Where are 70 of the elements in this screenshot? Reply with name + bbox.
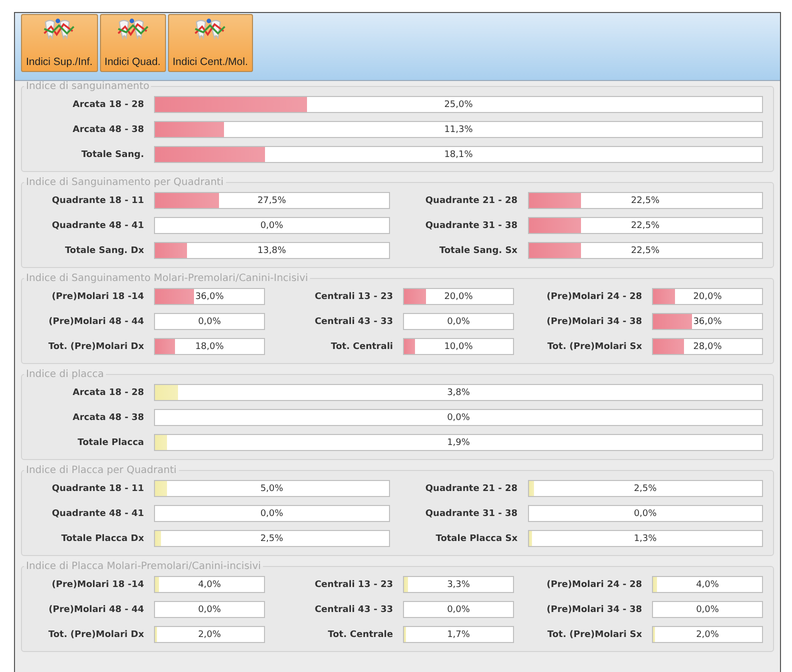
row-label: Arcata 18 - 28: [72, 388, 144, 398]
percent-reading: 18,1%: [444, 150, 473, 160]
percent-reading: 2,5%: [634, 484, 657, 494]
row-label: (Pre)Molari 48 - 44: [48, 316, 144, 326]
row-label: Tot. (Pre)Molari Dx: [47, 342, 144, 352]
percent-reading: 20,0%: [444, 292, 473, 302]
row-label: Quadrante 48 - 41: [50, 220, 144, 230]
row-label: Tot. (Pre)Molari Sx: [546, 342, 642, 352]
percent-reading: 28,0%: [693, 342, 722, 352]
row-label: Totale Sang. Dx: [64, 246, 144, 256]
percent-reading: 5,0%: [260, 484, 284, 494]
row-label: Tot. (Pre)Molari Dx: [47, 630, 144, 640]
percent-reading: 3,3%: [447, 580, 470, 590]
row-label: (Pre)Molari 34 - 38: [546, 316, 642, 326]
percent-reading: 20,0%: [693, 292, 722, 302]
section-title: Indice di Placca per Quadranti: [25, 465, 178, 476]
row-label: Totale Placca: [76, 438, 144, 448]
percent-reading: 2,0%: [198, 630, 221, 640]
percent-reading: 1,7%: [447, 630, 470, 640]
row-label: (Pre)Molari 34 - 38: [546, 604, 642, 614]
percent-reading: 2,0%: [696, 630, 719, 640]
row-label: Centrali 13 - 23: [314, 292, 393, 302]
percent-reading: 4,0%: [198, 580, 221, 590]
percent-reading: 2,5%: [260, 534, 284, 544]
row-label: Tot. (Pre)Molari Sx: [546, 630, 642, 640]
row-label: Centrali 13 - 23: [314, 580, 393, 590]
percent-reading: 18,0%: [195, 342, 224, 352]
row-label: Tot. Centrale: [326, 630, 393, 640]
percent-reading: 4,0%: [696, 580, 719, 590]
section-title: Indice di Sanguinamento per Quadranti: [25, 177, 224, 188]
section-title: Indice di Sanguinamento Molari-Premolari/Canini-Incisivi: [25, 273, 310, 284]
row-label: Quadrante 18 - 11: [50, 484, 144, 494]
row-label: (Pre)Molari 18 -14: [50, 580, 144, 590]
percent-reading: 27,5%: [257, 196, 286, 206]
percent-reading: 22,5%: [630, 246, 660, 256]
row-label: Totale Sang. Sx: [438, 246, 518, 256]
row-label: Totale Placca Dx: [60, 534, 144, 544]
row-label: Quadrante 21 - 28: [424, 196, 518, 206]
row-label: Quadrante 31 - 38: [424, 508, 518, 518]
percent-reading: 22,5%: [630, 220, 660, 230]
percent-reading: 10,0%: [444, 342, 473, 352]
percent-reading: 36,0%: [693, 316, 722, 326]
percent-reading: 3,8%: [447, 388, 470, 398]
section-title: Indice di sanguinamento: [25, 81, 150, 92]
row-label: (Pre)Molari 48 - 44: [48, 604, 144, 614]
row-label: Totale Sang.: [80, 150, 144, 160]
percent-reading: 0,0%: [696, 604, 719, 614]
row-label: Arcata 18 - 28: [72, 100, 144, 110]
row-label: Tot. Centrali: [330, 342, 393, 352]
row-label: Quadrante 21 - 28: [424, 484, 518, 494]
percent-reading: 1,3%: [634, 534, 657, 544]
section-title: Indice di Placca Molari-Premolari/Canini-incisivi: [25, 561, 262, 572]
row-label: (Pre)Molari 18 -14: [50, 292, 144, 302]
row-label: (Pre)Molari 24 - 28: [546, 580, 642, 590]
row-label: Arcata 48 - 38: [72, 124, 144, 134]
row-label: Totale Placca Sx: [434, 534, 518, 544]
section-title: Indice di placca: [25, 369, 105, 380]
row-label: Quadrante 48 - 41: [50, 508, 144, 518]
percent-reading: 1,9%: [447, 438, 470, 448]
row-label: Centrali 43 - 33: [314, 316, 393, 326]
percent-reading: 13,8%: [257, 246, 286, 256]
percent-reading: 11,3%: [444, 124, 473, 134]
row-label: (Pre)Molari 24 - 28: [546, 292, 642, 302]
percent-reading: 36,0%: [195, 292, 224, 302]
row-label: Centrali 43 - 33: [314, 604, 393, 614]
row-label: Quadrante 31 - 38: [424, 220, 518, 230]
percent-reading: 25,0%: [444, 100, 473, 110]
row-label: Arcata 48 - 38: [72, 412, 144, 422]
percent-reading: 22,5%: [630, 196, 660, 206]
row-label: Quadrante 18 - 11: [50, 196, 144, 206]
